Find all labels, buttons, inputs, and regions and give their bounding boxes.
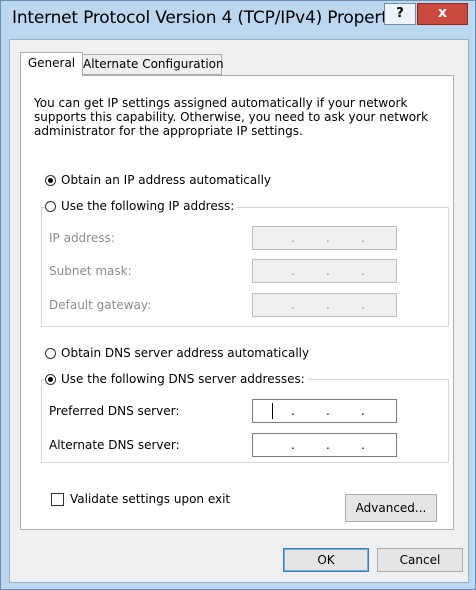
general-tab-panel: You can get IP settings assigned automat… bbox=[20, 75, 454, 530]
dns-auto-label: Obtain DNS server address automatically bbox=[61, 346, 310, 360]
alternate-dns-label: Alternate DNS server: bbox=[49, 438, 180, 452]
dns-auto-radio[interactable] bbox=[45, 347, 56, 359]
preferred-dns-input[interactable]: ... bbox=[252, 399, 397, 423]
advanced-button[interactable]: Advanced... bbox=[345, 494, 437, 522]
tab-general[interactable]: General bbox=[20, 52, 83, 76]
ok-button[interactable]: OK bbox=[283, 548, 369, 572]
dialog-client-area: General Alternate Configuration You can … bbox=[9, 39, 469, 583]
ip-address-label: IP address: bbox=[49, 231, 115, 245]
validate-label: Validate settings upon exit bbox=[70, 492, 231, 506]
validate-option[interactable]: Validate settings upon exit bbox=[51, 492, 230, 506]
dns-manual-label: Use the following DNS server addresses: bbox=[61, 372, 305, 386]
ip-address-input[interactable]: ... bbox=[252, 226, 397, 250]
ip-auto-option[interactable]: Obtain an IP address automatically bbox=[45, 173, 275, 187]
close-button[interactable]: x bbox=[417, 3, 468, 25]
default-gateway-input[interactable]: ... bbox=[252, 293, 397, 317]
default-gateway-label: Default gateway: bbox=[49, 298, 152, 312]
ip-manual-radio[interactable] bbox=[45, 200, 56, 212]
cancel-button[interactable]: Cancel bbox=[377, 548, 463, 572]
tab-alternate-configuration[interactable]: Alternate Configuration bbox=[82, 54, 224, 75]
text-caret bbox=[272, 403, 273, 419]
ip-manual-option[interactable]: Use the following IP address: bbox=[45, 199, 238, 213]
intro-text: You can get IP settings assigned automat… bbox=[34, 96, 429, 138]
subnet-mask-input[interactable]: ... bbox=[252, 259, 397, 283]
dns-manual-radio[interactable] bbox=[45, 373, 56, 385]
window-title: Internet Protocol Version 4 (TCP/IPv4) P… bbox=[12, 8, 412, 28]
subnet-mask-label: Subnet mask: bbox=[49, 264, 132, 278]
dialog-window: Internet Protocol Version 4 (TCP/IPv4) P… bbox=[0, 0, 476, 590]
ip-auto-radio[interactable] bbox=[45, 174, 56, 186]
help-button[interactable]: ? bbox=[384, 3, 416, 25]
ip-auto-label: Obtain an IP address automatically bbox=[61, 173, 272, 187]
validate-checkbox[interactable] bbox=[51, 492, 64, 506]
preferred-dns-label: Preferred DNS server: bbox=[49, 404, 180, 418]
ip-manual-label: Use the following IP address: bbox=[61, 199, 235, 213]
title-bar[interactable]: Internet Protocol Version 4 (TCP/IPv4) P… bbox=[1, 1, 475, 39]
alternate-dns-input[interactable]: ... bbox=[252, 433, 397, 457]
dns-auto-option[interactable]: Obtain DNS server address automatically bbox=[45, 346, 313, 360]
dns-manual-option[interactable]: Use the following DNS server addresses: bbox=[45, 372, 308, 386]
